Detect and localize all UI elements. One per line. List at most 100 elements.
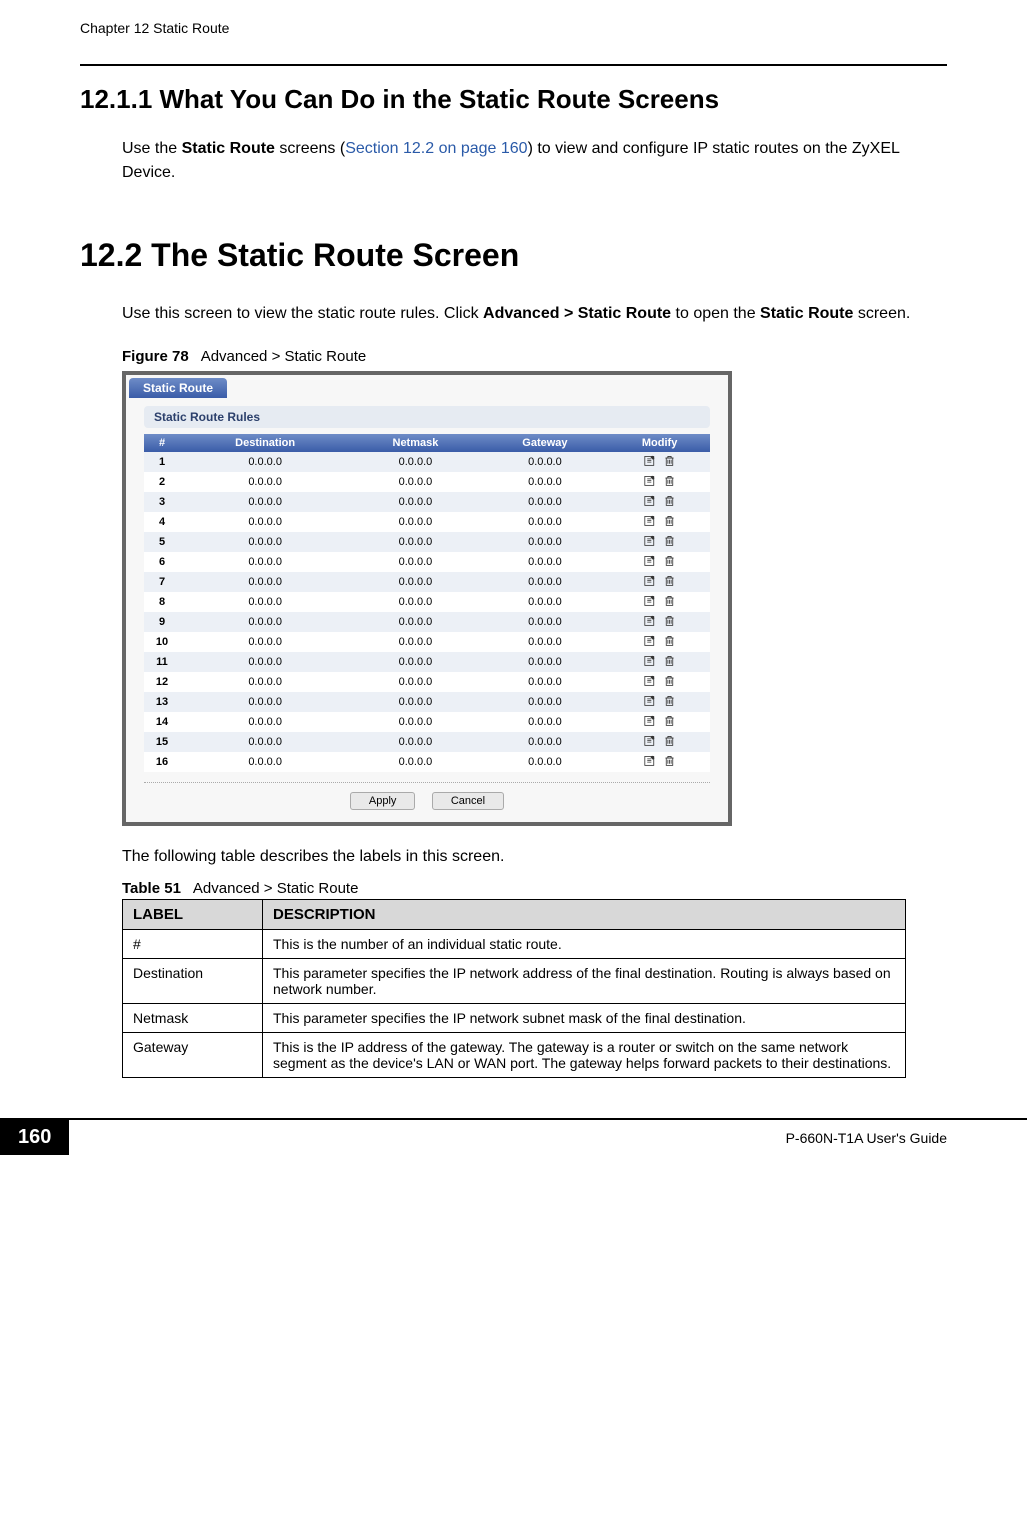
edit-icon[interactable]	[644, 714, 657, 727]
desc-label: Destination	[123, 959, 263, 1004]
table-row: 150.0.0.00.0.0.00.0.0.0	[144, 732, 710, 752]
page-footer: 160 P-660N-T1A User's Guide	[0, 1118, 1027, 1155]
desc-label: Netmask	[123, 1004, 263, 1033]
table-row: 140.0.0.00.0.0.00.0.0.0	[144, 712, 710, 732]
table-row: NetmaskThis parameter specifies the IP n…	[123, 1004, 906, 1033]
delete-icon[interactable]	[663, 534, 676, 547]
edit-icon[interactable]	[644, 734, 657, 747]
delete-icon[interactable]	[663, 674, 676, 687]
desc-label: #	[123, 930, 263, 959]
table-row: 120.0.0.00.0.0.00.0.0.0	[144, 672, 710, 692]
row-netmask: 0.0.0.0	[350, 532, 480, 552]
apply-button[interactable]: Apply	[350, 792, 416, 810]
row-modify	[609, 652, 710, 672]
delete-icon[interactable]	[663, 634, 676, 647]
row-netmask: 0.0.0.0	[350, 652, 480, 672]
edit-icon[interactable]	[644, 674, 657, 687]
delete-icon[interactable]	[663, 754, 676, 767]
edit-icon[interactable]	[644, 554, 657, 567]
cancel-button[interactable]: Cancel	[432, 792, 504, 810]
row-index: 7	[144, 572, 180, 592]
row-gateway: 0.0.0.0	[481, 532, 610, 552]
row-destination: 0.0.0.0	[180, 732, 350, 752]
delete-icon[interactable]	[663, 734, 676, 747]
row-modify	[609, 592, 710, 612]
figure-screenshot: Static Route Static Route Rules # Destin…	[122, 371, 732, 826]
edit-icon[interactable]	[644, 534, 657, 547]
delete-icon[interactable]	[663, 514, 676, 527]
static-route-table: # Destination Netmask Gateway Modify 10.…	[144, 434, 710, 772]
row-index: 13	[144, 692, 180, 712]
row-gateway: 0.0.0.0	[481, 492, 610, 512]
desc-text: This is the IP address of the gateway. T…	[263, 1033, 906, 1078]
static-route-tab[interactable]: Static Route	[129, 378, 227, 398]
delete-icon[interactable]	[663, 694, 676, 707]
delete-icon[interactable]	[663, 594, 676, 607]
figure-caption: Figure 78Advanced > Static Route	[122, 348, 947, 365]
table-row: 10.0.0.00.0.0.00.0.0.0	[144, 452, 710, 472]
row-gateway: 0.0.0.0	[481, 672, 610, 692]
row-gateway: 0.0.0.0	[481, 652, 610, 672]
desc-text: This parameter specifies the IP network …	[263, 1004, 906, 1033]
edit-icon[interactable]	[644, 514, 657, 527]
row-modify	[609, 712, 710, 732]
row-destination: 0.0.0.0	[180, 572, 350, 592]
row-gateway: 0.0.0.0	[481, 472, 610, 492]
row-index: 14	[144, 712, 180, 732]
table-row: 90.0.0.00.0.0.00.0.0.0	[144, 612, 710, 632]
col-netmask: Netmask	[350, 434, 480, 452]
row-netmask: 0.0.0.0	[350, 452, 480, 472]
row-gateway: 0.0.0.0	[481, 512, 610, 532]
delete-icon[interactable]	[663, 474, 676, 487]
edit-icon[interactable]	[644, 494, 657, 507]
edit-icon[interactable]	[644, 654, 657, 667]
page-number: 160	[0, 1120, 69, 1155]
row-gateway: 0.0.0.0	[481, 552, 610, 572]
row-index: 4	[144, 512, 180, 532]
row-index: 9	[144, 612, 180, 632]
row-index: 10	[144, 632, 180, 652]
table-row: 50.0.0.00.0.0.00.0.0.0	[144, 532, 710, 552]
edit-icon[interactable]	[644, 594, 657, 607]
row-netmask: 0.0.0.0	[350, 552, 480, 572]
edit-icon[interactable]	[644, 634, 657, 647]
delete-icon[interactable]	[663, 494, 676, 507]
row-modify	[609, 612, 710, 632]
edit-icon[interactable]	[644, 454, 657, 467]
section-link[interactable]: Section 12.2 on page 160	[345, 140, 527, 157]
delete-icon[interactable]	[663, 554, 676, 567]
edit-icon[interactable]	[644, 474, 657, 487]
delete-icon[interactable]	[663, 574, 676, 587]
row-netmask: 0.0.0.0	[350, 752, 480, 772]
edit-icon[interactable]	[644, 754, 657, 767]
row-index: 12	[144, 672, 180, 692]
row-destination: 0.0.0.0	[180, 712, 350, 732]
row-netmask: 0.0.0.0	[350, 692, 480, 712]
row-destination: 0.0.0.0	[180, 532, 350, 552]
table-row: DestinationThis parameter specifies the …	[123, 959, 906, 1004]
desc-text: This is the number of an individual stat…	[263, 930, 906, 959]
row-destination: 0.0.0.0	[180, 472, 350, 492]
table-row: 160.0.0.00.0.0.00.0.0.0	[144, 752, 710, 772]
delete-icon[interactable]	[663, 614, 676, 627]
delete-icon[interactable]	[663, 654, 676, 667]
col-modify: Modify	[609, 434, 710, 452]
delete-icon[interactable]	[663, 714, 676, 727]
row-gateway: 0.0.0.0	[481, 592, 610, 612]
table-row: 20.0.0.00.0.0.00.0.0.0	[144, 472, 710, 492]
table-row: 30.0.0.00.0.0.00.0.0.0	[144, 492, 710, 512]
row-netmask: 0.0.0.0	[350, 672, 480, 692]
row-index: 16	[144, 752, 180, 772]
col-index: #	[144, 434, 180, 452]
edit-icon[interactable]	[644, 574, 657, 587]
row-gateway: 0.0.0.0	[481, 732, 610, 752]
row-modify	[609, 572, 710, 592]
row-destination: 0.0.0.0	[180, 692, 350, 712]
edit-icon[interactable]	[644, 694, 657, 707]
delete-icon[interactable]	[663, 454, 676, 467]
table-row: 80.0.0.00.0.0.00.0.0.0	[144, 592, 710, 612]
edit-icon[interactable]	[644, 614, 657, 627]
row-index: 11	[144, 652, 180, 672]
row-modify	[609, 552, 710, 572]
table-row: 100.0.0.00.0.0.00.0.0.0	[144, 632, 710, 652]
